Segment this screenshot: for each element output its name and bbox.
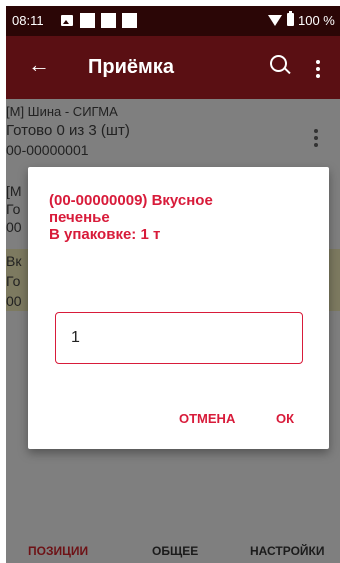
app-bar: ← Приёмка	[6, 36, 340, 99]
notification-icon	[80, 13, 95, 28]
page-title: Приёмка	[88, 56, 174, 78]
screen: 08:11 100 % ← Приёмка [М] Шина - СИГМА Г…	[6, 6, 340, 563]
bottom-nav: ПОЗИЦИИ ОБЩЕЕ НАСТРОЙКИ	[6, 519, 340, 563]
dialog-title-line: (00-00000009) Вкусное	[49, 192, 213, 209]
notification-icon	[122, 13, 137, 28]
image-icon	[61, 15, 73, 26]
tab-general[interactable]: ОБЩЕЕ	[152, 544, 198, 558]
item-progress: Го	[6, 273, 21, 289]
battery-icon	[287, 11, 294, 26]
cancel-button[interactable]: ОТМЕНА	[179, 411, 235, 426]
overflow-menu-icon[interactable]	[314, 129, 318, 150]
tab-positions[interactable]: ПОЗИЦИИ	[28, 544, 88, 558]
tab-settings[interactable]: НАСТРОЙКИ	[250, 544, 324, 558]
dialog-title: (00-00000009) Вкусное печенье В упаковке…	[49, 192, 319, 243]
list-item[interactable]: [М] Шина - СИГМА Готово 0 из 3 (шт) 00-0…	[6, 99, 340, 158]
notification-icon	[101, 13, 116, 28]
search-icon[interactable]	[270, 55, 287, 72]
item-code: 00	[6, 293, 22, 309]
status-bar: 08:11 100 %	[6, 6, 340, 36]
dialog-package-info: В упаковке: 1 т	[49, 226, 161, 243]
quantity-dialog: (00-00000009) Вкусное печенье В упаковке…	[28, 167, 329, 449]
battery-percent: 100 %	[298, 13, 335, 28]
status-time: 08:11	[12, 13, 44, 28]
item-name: [М] Шина - СИГМА	[6, 104, 118, 119]
item-code: 00-00000001	[6, 142, 89, 158]
dialog-title-line: печенье	[49, 209, 110, 226]
item-progress: Го	[6, 201, 21, 217]
overflow-menu-icon[interactable]	[316, 60, 320, 81]
item-code: 00	[6, 219, 22, 235]
item-progress: Готово 0 из 3 (шт)	[6, 122, 130, 139]
back-arrow-icon[interactable]: ←	[28, 52, 50, 78]
ok-button[interactable]: ОК	[276, 411, 294, 426]
item-name: [М	[6, 183, 22, 199]
quantity-input[interactable]	[55, 312, 303, 364]
item-name: Вк	[6, 253, 22, 269]
wifi-icon	[268, 15, 282, 26]
